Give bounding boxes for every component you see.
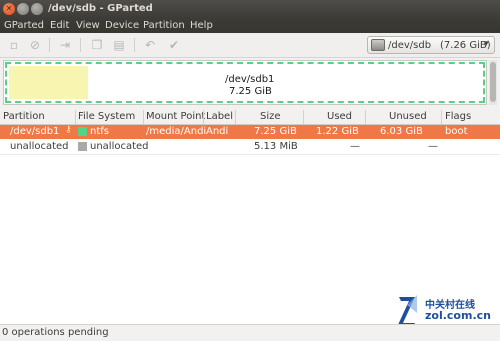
table-header: Partition File System Mount Point Label … — [0, 110, 500, 125]
cell-flags: boot — [445, 126, 468, 137]
cell-partition: unallocated — [10, 141, 69, 152]
toolbar-separator — [134, 38, 135, 52]
column-header-filesystem[interactable]: File System — [78, 111, 135, 122]
apply-icon[interactable]: ✔ — [166, 38, 182, 52]
toolbar-separator — [80, 38, 81, 52]
toolbar-separator — [49, 38, 50, 52]
cell-partition: /dev/sdb1 — [10, 126, 60, 137]
harddisk-icon — [371, 39, 385, 51]
cell-size: 5.13 MiB — [254, 141, 298, 152]
menu-partition[interactable]: Partition — [143, 20, 185, 31]
window-title: /dev/sdb - GParted — [48, 3, 153, 14]
map-partition-name: /dev/sdb1 — [225, 74, 275, 85]
paste-icon[interactable]: ▤ — [111, 38, 127, 52]
filesystem-color-swatch — [78, 127, 87, 136]
cell-mountpoint: /media/Andi — [146, 126, 207, 137]
cell-unused: — — [428, 141, 438, 152]
close-window-button[interactable]: ✕ — [3, 3, 15, 15]
delete-icon[interactable]: ⊘ — [27, 38, 43, 52]
vertical-scrollbar[interactable] — [489, 60, 497, 105]
cell-used: 1.22 GiB — [316, 126, 359, 137]
menu-device[interactable]: Device — [105, 20, 139, 31]
menu-bar: GParted Edit View Device Partition Help — [0, 19, 500, 33]
partition-block-sdb1[interactable]: /dev/sdb1 7.25 GiB — [5, 62, 485, 103]
minimize-window-button[interactable] — [17, 3, 29, 15]
new-icon[interactable]: ▫ — [6, 38, 22, 52]
column-header-unused[interactable]: Unused — [389, 111, 427, 122]
column-header-mountpoint[interactable]: Mount Point — [146, 111, 205, 122]
column-separator — [303, 110, 304, 124]
chevron-down-icon: ▾ — [484, 39, 489, 49]
cell-size: 7.25 GiB — [254, 126, 297, 137]
column-header-size[interactable]: Size — [260, 111, 281, 122]
filesystem-color-swatch — [78, 142, 87, 151]
map-partition-size: 7.25 GiB — [229, 86, 272, 97]
column-header-used[interactable]: Used — [327, 111, 352, 122]
cell-filesystem: ntfs — [90, 126, 109, 137]
cell-filesystem: unallocated — [90, 141, 149, 152]
column-separator — [143, 110, 144, 124]
copy-icon[interactable]: ❐ — [89, 38, 105, 52]
menu-help[interactable]: Help — [190, 20, 213, 31]
partition-table: Partition File System Mount Point Label … — [0, 110, 500, 324]
status-bar: 0 operations pending — [0, 324, 500, 341]
watermark-en: zol.com.cn — [425, 309, 491, 322]
disk-map: /dev/sdb1 7.25 GiB — [3, 60, 487, 105]
menu-view[interactable]: View — [76, 20, 100, 31]
maximize-window-button[interactable] — [31, 3, 43, 15]
column-header-flags[interactable]: Flags — [445, 111, 471, 122]
table-row[interactable]: /dev/sdb1 ⚷ ntfs /media/Andi Andi 7.25 G… — [0, 125, 500, 139]
resize-icon[interactable]: ⇥ — [57, 38, 73, 52]
column-separator — [441, 110, 442, 124]
cell-used: — — [350, 141, 360, 152]
title-bar: ✕ /dev/sdb - GParted — [0, 0, 500, 19]
undo-icon[interactable]: ↶ — [142, 38, 158, 52]
menu-edit[interactable]: Edit — [50, 20, 69, 31]
column-header-label[interactable]: Label — [206, 111, 233, 122]
cell-label: Andi — [206, 126, 229, 137]
column-separator — [75, 110, 76, 124]
table-row[interactable]: unallocated unallocated 5.13 MiB — — — [0, 140, 500, 155]
menu-gparted[interactable]: GParted — [4, 20, 44, 31]
used-space-fill — [9, 66, 88, 99]
cell-unused: 6.03 GiB — [380, 126, 423, 137]
column-separator — [365, 110, 366, 124]
device-selector[interactable]: /dev/sdb (7.26 GiB) ▾ — [367, 36, 495, 54]
device-name: /dev/sdb — [388, 40, 432, 51]
operations-pending: 0 operations pending — [2, 327, 109, 338]
column-separator — [235, 110, 236, 124]
key-icon: ⚷ — [65, 125, 72, 135]
column-header-partition[interactable]: Partition — [3, 111, 45, 122]
scrollbar-thumb[interactable] — [490, 62, 496, 102]
column-separator — [203, 110, 204, 124]
